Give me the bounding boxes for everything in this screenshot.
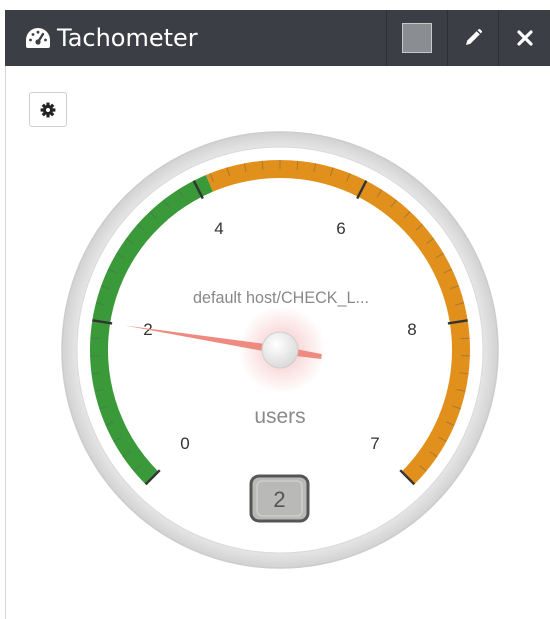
- gauge-minor-tick: [460, 337, 470, 340]
- tachometer-widget: Tachometer 0 7 4 6 8 default host/CHECK_…: [0, 0, 550, 619]
- gauge-series-label: default host/CHECK_L...: [193, 288, 369, 307]
- gauge-unit-label: users: [254, 405, 305, 428]
- gauge-major-label: 8: [407, 320, 416, 339]
- gauge-minor-tick: [90, 337, 100, 340]
- gauge-value-display: 2: [273, 487, 285, 512]
- gauge-min-label: 0: [180, 434, 189, 453]
- gear-icon: [40, 102, 56, 117]
- gauge-needle-hub: [261, 331, 299, 369]
- gauge-major-label: 4: [214, 219, 223, 238]
- gauge-settings-button[interactable]: [29, 92, 67, 127]
- tachometer-gauge: 0 7 2 4 6 8 default host/CHECK_L... user…: [61, 131, 499, 569]
- gauge-major-label: 6: [336, 219, 345, 238]
- gauge-max-label: 7: [370, 434, 379, 453]
